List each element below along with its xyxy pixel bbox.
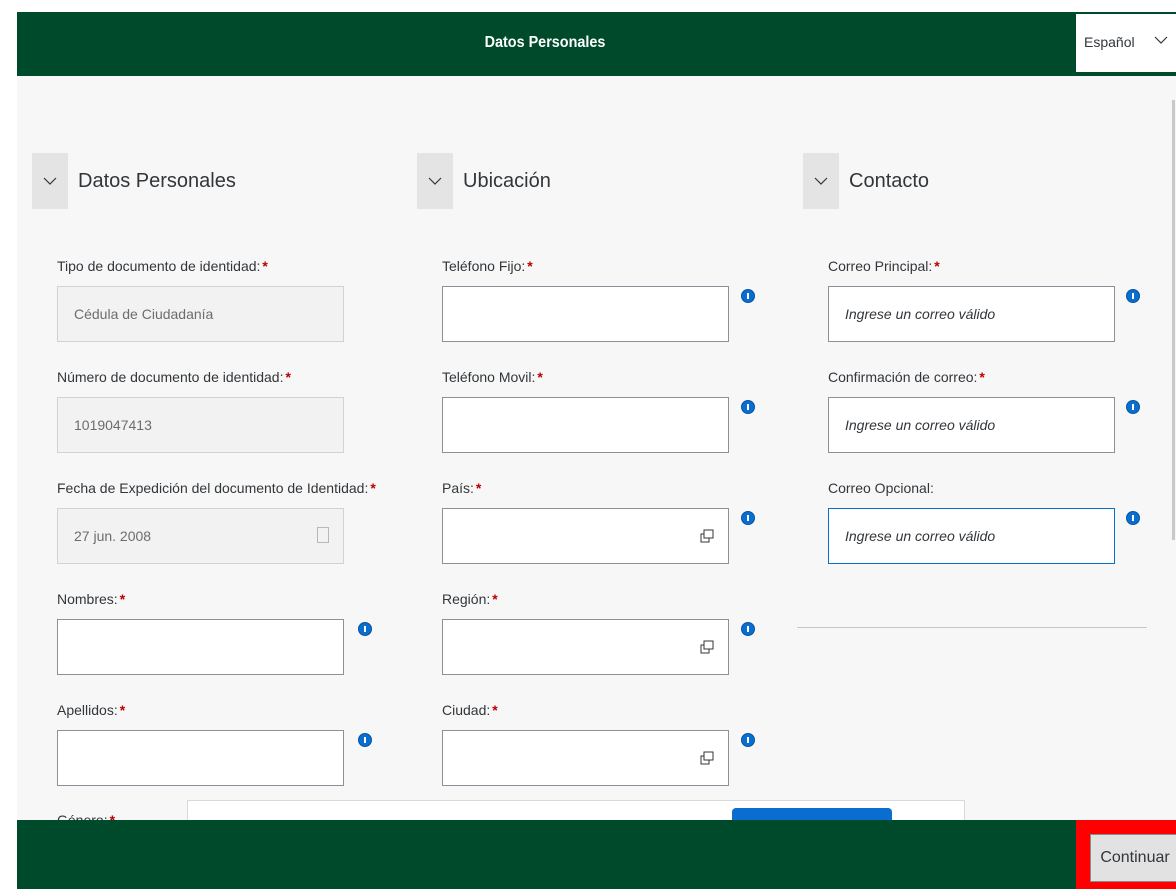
required-mark: * — [119, 591, 126, 607]
required-mark: * — [109, 812, 116, 820]
info-icon[interactable] — [741, 289, 755, 303]
optional-email-input[interactable]: Ingrese un correo válido — [828, 508, 1115, 564]
footer-bar — [17, 820, 1176, 889]
required-mark: * — [492, 591, 498, 607]
doc-date-value: 27 jun. 2008 — [74, 528, 152, 544]
section-title: Ubicación — [463, 169, 551, 192]
info-icon[interactable] — [358, 733, 372, 747]
city-label: Ciudad: * — [442, 702, 498, 718]
calendar-icon — [317, 527, 329, 543]
confirm-email-placeholder: Ingrese un correo válido — [845, 417, 996, 433]
required-mark: * — [537, 369, 543, 385]
value-help-icon[interactable] — [700, 751, 714, 765]
country-label: País: * — [442, 480, 482, 496]
mobile-input[interactable] — [442, 397, 729, 453]
section-header-contact[interactable]: Contacto — [803, 153, 929, 209]
info-icon[interactable] — [741, 733, 755, 747]
scrollbar[interactable] — [1172, 100, 1175, 540]
doc-number-label: Número de documento de identidad: * — [57, 369, 291, 385]
page-title: Datos Personales — [484, 34, 606, 51]
names-input[interactable] — [57, 619, 344, 675]
info-icon[interactable] — [1126, 511, 1140, 525]
doc-date-field: 27 jun. 2008 — [57, 508, 344, 564]
value-help-icon[interactable] — [700, 529, 714, 543]
section-title: Datos Personales — [78, 169, 236, 192]
collapse-toggle[interactable] — [417, 153, 453, 209]
chevron-down-icon — [814, 177, 828, 185]
region-input[interactable] — [442, 619, 729, 675]
section-header-location[interactable]: Ubicación — [417, 153, 551, 209]
country-input[interactable] — [442, 508, 729, 564]
continue-button[interactable]: Continuar — [1090, 834, 1176, 882]
optional-email-label: Correo Opcional: — [828, 480, 934, 496]
required-mark: * — [262, 258, 268, 274]
doc-number-field: 1019047413 — [57, 397, 344, 453]
collapse-toggle[interactable] — [32, 153, 68, 209]
info-icon[interactable] — [1126, 289, 1140, 303]
gender-label: Género: * — [57, 812, 115, 820]
phone-input[interactable] — [442, 286, 729, 342]
gender-option-button[interactable] — [732, 808, 892, 820]
doc-type-label: Tipo de documento de identidad: * — [57, 258, 268, 274]
city-input[interactable] — [442, 730, 729, 786]
app-header: Datos Personales — [17, 12, 1176, 76]
info-icon[interactable] — [1126, 400, 1140, 414]
section-title: Contacto — [849, 169, 930, 192]
email-placeholder: Ingrese un correo válido — [845, 306, 996, 322]
chevron-down-icon — [43, 177, 57, 185]
value-help-icon[interactable] — [700, 640, 714, 654]
doc-type-value: Cédula de Ciudadanía — [74, 306, 214, 322]
info-icon[interactable] — [741, 400, 755, 414]
required-mark: * — [475, 480, 482, 496]
section-divider — [797, 627, 1147, 628]
chevron-down-icon — [428, 177, 442, 185]
required-mark: * — [934, 258, 940, 274]
phone-label: Teléfono Fijo: * — [442, 258, 533, 274]
optional-email-placeholder: Ingrese un correo válido — [845, 528, 996, 544]
surnames-label: Apellidos: * — [57, 702, 126, 718]
required-mark: * — [979, 369, 985, 385]
info-icon[interactable] — [741, 511, 755, 525]
required-mark: * — [492, 702, 498, 718]
region-label: Región: * — [442, 591, 498, 607]
mobile-label: Teléfono Movil: * — [442, 369, 543, 385]
doc-number-value: 1019047413 — [74, 417, 152, 433]
email-label: Correo Principal: * — [828, 258, 940, 274]
names-label: Nombres: * — [57, 591, 126, 607]
language-value: Español — [1084, 34, 1135, 50]
required-mark: * — [119, 702, 126, 718]
doc-type-field: Cédula de Ciudadanía — [57, 286, 344, 342]
chevron-down-icon — [1154, 36, 1168, 44]
confirm-email-label: Confirmación de correo: * — [828, 369, 985, 385]
form-content: Datos Personales Ubicación Contacto Tipo… — [17, 76, 1176, 820]
email-input[interactable]: Ingrese un correo válido — [828, 286, 1115, 342]
collapse-toggle[interactable] — [803, 153, 839, 209]
surnames-input[interactable] — [57, 730, 344, 786]
section-header-personal[interactable]: Datos Personales — [32, 153, 236, 209]
info-icon[interactable] — [741, 622, 755, 636]
confirm-email-input[interactable]: Ingrese un correo válido — [828, 397, 1115, 453]
required-mark: * — [370, 480, 376, 496]
info-icon[interactable] — [358, 622, 372, 636]
required-mark: * — [527, 258, 533, 274]
language-select[interactable]: Español — [1076, 14, 1176, 72]
required-mark: * — [285, 369, 291, 385]
doc-date-label: Fecha de Expedición del documento de Ide… — [57, 480, 376, 496]
